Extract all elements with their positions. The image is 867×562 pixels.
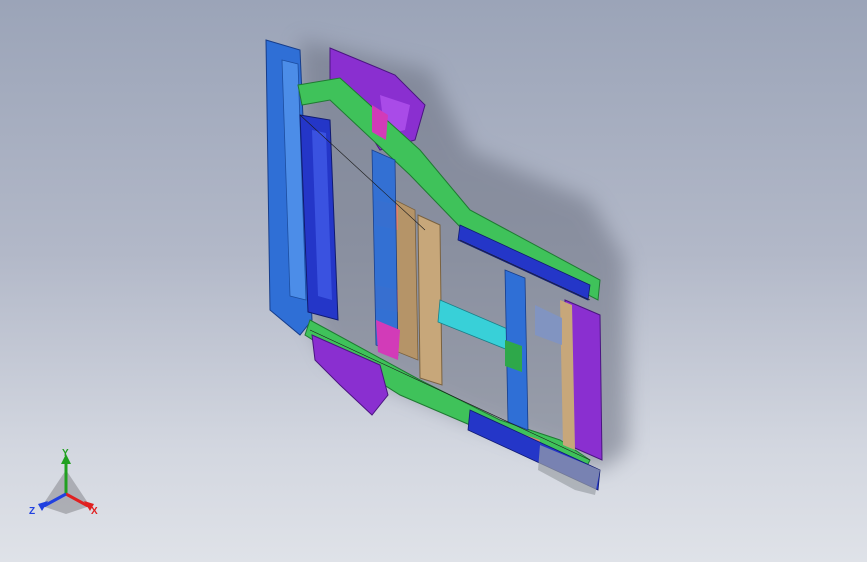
y-axis-label: Y [62,448,69,459]
orientation-triad[interactable]: Y X Z [28,448,104,520]
z-axis-label: Z [29,506,35,517]
tan-post [417,214,443,386]
cad-viewport[interactable]: Y X Z [0,0,867,562]
x-axis-label: X [91,506,98,517]
right-post [504,269,529,431]
vehicle-frame-model[interactable] [0,0,867,562]
